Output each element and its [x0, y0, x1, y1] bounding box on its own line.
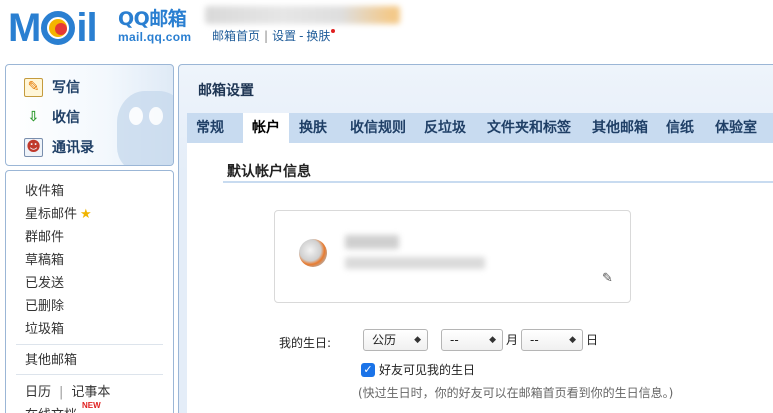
app-link-separator: |	[59, 385, 64, 400]
logo-text: QQ邮箱 mail.qq.com	[118, 8, 191, 44]
user-account-blurred	[205, 6, 400, 24]
edit-pencil-icon[interactable]: ✎	[602, 272, 616, 286]
sidebar-folder-list: 收件箱 星标邮件 ★ 群邮件 草稿箱 已发送 已删除 垃圾箱 其他邮箱 日历 | 记事…	[5, 170, 174, 413]
avatar[interactable]	[299, 239, 327, 267]
folder-drafts[interactable]: 草稿箱	[25, 249, 64, 268]
section-title: 默认帐户信息	[227, 164, 311, 180]
folder-starred[interactable]: 星标邮件 ★	[25, 203, 92, 222]
folder-spam[interactable]: 垃圾箱	[25, 318, 64, 337]
sidebar-quick-actions: ✎ 写信 ⇩ 收信 ☻ 通讯录	[5, 64, 174, 166]
link-separator: |	[264, 29, 269, 43]
friends-visible-label[interactable]: 好友可见我的生日	[379, 361, 475, 378]
folder-sent[interactable]: 已发送	[25, 272, 64, 291]
qqmail-logo[interactable]: M il	[8, 4, 98, 48]
month-unit: 月	[506, 333, 519, 347]
folder-inbox[interactable]: 收件箱	[25, 180, 64, 199]
folder-other-mailbox[interactable]: 其他邮箱	[25, 349, 77, 368]
tab-skin[interactable]: 换肤	[290, 113, 336, 143]
birth-day-value: --	[530, 333, 539, 347]
birth-month-select[interactable]: -- ◆	[441, 329, 503, 351]
compose-button[interactable]: ✎ 写信	[24, 74, 80, 100]
receive-mail-button[interactable]: ⇩ 收信	[24, 104, 80, 130]
section-divider	[223, 181, 773, 183]
tab-anti-spam[interactable]: 反垃圾	[421, 113, 469, 143]
compose-label: 写信	[52, 80, 80, 96]
penguin-watermark-icon	[117, 91, 173, 165]
contacts-button[interactable]: ☻ 通讯录	[24, 134, 94, 160]
tab-labs[interactable]: 体验室	[712, 113, 760, 143]
birth-month-value: --	[450, 333, 459, 347]
receive-label: 收信	[52, 110, 80, 126]
tab-stationery[interactable]: 信纸	[664, 113, 696, 143]
online-docs-link[interactable]: 在线文档	[25, 404, 77, 413]
logo-url: mail.qq.com	[118, 30, 192, 44]
tab-mail-rules[interactable]: 收信规则	[347, 113, 409, 143]
tab-folders-labels[interactable]: 文件夹和标签	[484, 113, 574, 143]
settings-link[interactable]: 设置	[272, 29, 296, 43]
compose-icon: ✎	[24, 77, 43, 97]
birthday-hint: (快过生日时，你的好友可以在邮箱首页看到你的生日信息。)	[358, 386, 674, 400]
folder-divider	[16, 374, 163, 375]
day-unit: 日	[586, 333, 599, 347]
notification-dot-icon	[331, 29, 336, 33]
calendar-type-select[interactable]: 公历 ◆	[363, 329, 428, 351]
top-header: M il QQ邮箱 mail.qq.com 邮箱首页 | 设置 - 换肤	[0, 0, 773, 60]
mailbox-home-link[interactable]: 邮箱首页	[212, 29, 260, 43]
account-email-blurred	[345, 257, 485, 269]
chevron-updown-icon: ◆	[489, 335, 496, 345]
settings-panel: 邮箱设置 常规 帐户 换肤 收信规则 反垃圾 文件夹和标签 其他邮箱 信纸 体验…	[178, 64, 773, 413]
folder-starred-label: 星标邮件	[25, 207, 78, 222]
birthday-label: 我的生日:	[279, 336, 332, 350]
folder-divider	[16, 344, 163, 345]
tab-general[interactable]: 常规	[187, 113, 233, 143]
birth-day-select[interactable]: -- ◆	[521, 329, 583, 351]
settings-tabs: 常规 帐户 换肤 收信规则 反垃圾 文件夹和标签 其他邮箱 信纸 体验室	[187, 113, 773, 143]
inbox-download-icon: ⇩	[27, 109, 40, 125]
friends-visible-row: ✓ 好友可见我的生日	[361, 361, 475, 378]
notes-link[interactable]: 记事本	[71, 385, 110, 400]
folder-deleted[interactable]: 已删除	[25, 295, 64, 314]
top-links: 邮箱首页 | 设置 - 换肤	[212, 27, 336, 44]
friends-visible-checkbox[interactable]: ✓	[361, 362, 375, 377]
change-skin-link[interactable]: 换肤	[306, 29, 330, 43]
chevron-updown-icon: ◆	[569, 335, 576, 345]
calendar-type-value: 公历	[372, 333, 397, 347]
folder-group-mail[interactable]: 群邮件	[25, 226, 64, 245]
new-badge: NEW	[82, 401, 101, 410]
account-settings-content: 默认帐户信息 ✎ 我的生日: 公历 ◆ -- ◆ 月 -- ◆ 日 ✓ 好友可见我的生…	[187, 143, 773, 413]
app-links: 日历 | 记事本	[25, 381, 110, 400]
contacts-label: 通讯录	[52, 140, 94, 156]
contacts-icon: ☻	[24, 137, 43, 157]
tab-account[interactable]: 帐户	[243, 113, 289, 143]
default-account-card: ✎	[274, 210, 631, 303]
calendar-link[interactable]: 日历	[25, 385, 51, 400]
logo-title: QQ邮箱	[118, 8, 187, 30]
tab-other-mailbox[interactable]: 其他邮箱	[589, 113, 651, 143]
chevron-updown-icon: ◆	[414, 335, 421, 345]
star-icon: ★	[80, 207, 92, 222]
account-name-blurred	[345, 235, 399, 249]
page-title: 邮箱设置	[198, 83, 254, 99]
link-dash: -	[299, 29, 304, 43]
